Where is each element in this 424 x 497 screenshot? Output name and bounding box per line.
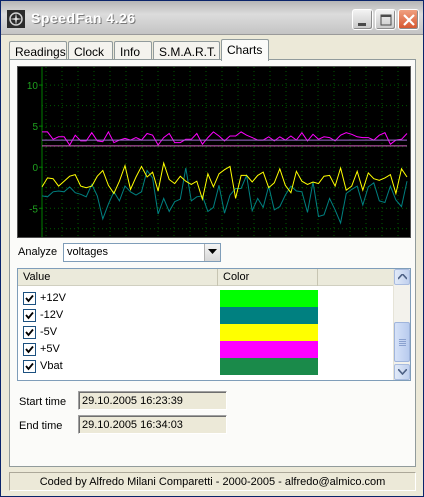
analyze-selected-value: voltages bbox=[67, 246, 108, 258]
minimize-button[interactable] bbox=[352, 9, 373, 30]
list-item[interactable]: +12V bbox=[18, 290, 394, 307]
tab-smart[interactable]: S.M.A.R.T. bbox=[153, 41, 220, 60]
chevron-down-icon bbox=[398, 369, 407, 375]
y-tick-label: 5 bbox=[32, 122, 38, 133]
analyze-label: Analyze bbox=[18, 246, 58, 258]
start-time-field: 29.10.2005 16:23:39 bbox=[78, 391, 227, 410]
maximize-icon bbox=[380, 14, 392, 26]
scroll-up-button[interactable] bbox=[394, 269, 410, 285]
checkmark-icon bbox=[25, 345, 34, 354]
list-item[interactable]: Vbat bbox=[18, 358, 394, 375]
list-item[interactable]: -5V bbox=[18, 324, 394, 341]
analyze-dropdown[interactable]: voltages bbox=[63, 243, 221, 262]
list-scrollbar[interactable] bbox=[393, 269, 410, 380]
start-time-label: Start time bbox=[19, 396, 67, 408]
column-header-color[interactable]: Color bbox=[218, 269, 318, 286]
close-icon bbox=[403, 14, 415, 26]
chart-canvas: 10 5 0 -5 bbox=[27, 67, 408, 237]
grip-line bbox=[399, 339, 406, 340]
speedfan-window: SpeedFan 4.26 Readings Clock Info S.M.A.… bbox=[0, 0, 424, 497]
end-time-field: 29.10.2005 16:34:03 bbox=[78, 415, 227, 434]
checkmark-icon bbox=[25, 311, 34, 320]
series-color-swatch[interactable] bbox=[220, 324, 318, 341]
close-button[interactable] bbox=[398, 9, 419, 30]
grip-line bbox=[399, 345, 406, 346]
tab-info[interactable]: Info bbox=[114, 41, 152, 60]
series-label: -12V bbox=[40, 309, 64, 321]
series-label: Vbat bbox=[40, 360, 63, 372]
series-line bbox=[42, 130, 408, 146]
y-tick-label: 10 bbox=[27, 81, 39, 92]
grip-line bbox=[399, 341, 406, 342]
checkmark-icon bbox=[25, 328, 34, 337]
scroll-thumb[interactable] bbox=[394, 322, 410, 362]
grip-line bbox=[399, 343, 406, 344]
chevron-down-icon bbox=[208, 249, 217, 254]
checkmark-icon bbox=[25, 294, 34, 303]
tab-charts[interactable]: Charts bbox=[221, 39, 269, 61]
list-item[interactable]: -12V bbox=[18, 307, 394, 324]
series-color-swatch[interactable] bbox=[220, 358, 318, 375]
checkmark-icon bbox=[25, 362, 34, 371]
window-title: SpeedFan 4.26 bbox=[31, 10, 136, 26]
charts-panel: 10 5 0 -5 Analyze voltages Value Color +12V… bbox=[9, 59, 416, 467]
end-time-label: End time bbox=[19, 420, 63, 432]
list-item[interactable]: +5V bbox=[18, 341, 394, 358]
dropdown-button[interactable] bbox=[204, 244, 220, 261]
maximize-button[interactable] bbox=[375, 9, 396, 30]
series-label: +5V bbox=[40, 343, 60, 355]
series-checkbox[interactable] bbox=[23, 360, 36, 373]
series-checkbox[interactable] bbox=[23, 326, 36, 339]
status-bar: Coded by Alfredo Milani Comparetti - 200… bbox=[9, 472, 416, 491]
app-icon bbox=[7, 10, 25, 28]
series-checkbox[interactable] bbox=[23, 292, 36, 305]
column-header-value[interactable]: Value bbox=[18, 269, 218, 286]
series-label: -5V bbox=[40, 326, 58, 338]
tab-readings[interactable]: Readings bbox=[9, 41, 67, 60]
chevron-up-icon bbox=[398, 274, 407, 280]
minimize-icon bbox=[358, 23, 366, 26]
tab-clock[interactable]: Clock bbox=[68, 41, 113, 60]
series-checkbox[interactable] bbox=[23, 343, 36, 356]
y-tick-label: -5 bbox=[29, 204, 38, 215]
y-tick-label: 0 bbox=[32, 163, 38, 174]
voltage-chart: 10 5 0 -5 bbox=[17, 66, 411, 238]
series-checkbox[interactable] bbox=[23, 309, 36, 322]
series-label: +12V bbox=[40, 292, 66, 304]
series-list: Value Color +12V -12V -5V +5V Vbat bbox=[17, 268, 411, 381]
series-color-swatch[interactable] bbox=[220, 307, 318, 324]
series-color-swatch[interactable] bbox=[220, 341, 318, 358]
column-header-empty[interactable] bbox=[318, 269, 394, 286]
scroll-down-button[interactable] bbox=[394, 364, 410, 380]
title-bar[interactable]: SpeedFan 4.26 bbox=[1, 1, 423, 35]
series-color-swatch[interactable] bbox=[220, 290, 318, 307]
list-header: Value Color bbox=[18, 269, 394, 286]
